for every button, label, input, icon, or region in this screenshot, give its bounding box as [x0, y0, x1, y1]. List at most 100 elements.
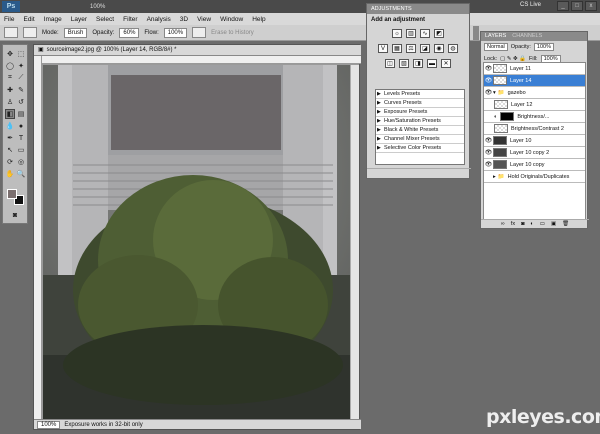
tab-layers[interactable]: LAYERS: [485, 32, 506, 41]
curves-icon[interactable]: ∿: [420, 29, 430, 38]
minimize-button[interactable]: _: [557, 1, 569, 11]
menu-analysis[interactable]: Analysis: [147, 16, 171, 23]
panel-collapse-strip[interactable]: [473, 26, 479, 40]
preset-item-exposure[interactable]: Exposure Presets: [376, 108, 464, 117]
new-adjustment-icon[interactable]: ◐: [530, 221, 533, 227]
zoom-level-dropdown[interactable]: 100%: [90, 4, 105, 10]
mode-select[interactable]: Brush: [63, 27, 88, 38]
foreground-color-swatch[interactable]: [7, 189, 17, 199]
black-white-icon[interactable]: ◪: [420, 44, 430, 53]
history-brush-icon[interactable]: ↺: [16, 97, 26, 107]
hue-saturation-icon[interactable]: ▦: [392, 44, 402, 53]
move-tool-icon[interactable]: ✥: [5, 49, 15, 59]
layer-row[interactable]: 👁 Layer 11: [484, 63, 585, 75]
type-tool-icon[interactable]: T: [16, 133, 26, 143]
layer-group-row[interactable]: ▸ 📁 Hold Originals/Duplicates: [484, 171, 585, 183]
3d-orbit-icon[interactable]: ◎: [16, 157, 26, 167]
tab-channels[interactable]: CHANNELS: [512, 32, 542, 41]
marquee-tool-icon[interactable]: ⬚: [16, 49, 26, 59]
preset-item-black-white[interactable]: Black & White Presets: [376, 126, 464, 135]
menu-window[interactable]: Window: [220, 16, 243, 23]
color-balance-icon[interactable]: ⚖: [406, 44, 416, 53]
invert-icon[interactable]: ◫: [385, 59, 395, 68]
levels-icon[interactable]: ▥: [406, 29, 416, 38]
adjustment-layer-row[interactable]: Brightness/Contrast 2: [484, 123, 585, 135]
new-layer-icon[interactable]: ▣: [551, 221, 556, 227]
hand-tool-icon[interactable]: ✋: [5, 169, 15, 179]
flow-field[interactable]: 100%: [163, 27, 188, 38]
eye-icon[interactable]: 👁: [484, 65, 493, 72]
shape-tool-icon[interactable]: ▭: [16, 145, 26, 155]
group-expand-icon[interactable]: ▾: [493, 90, 496, 96]
close-button[interactable]: x: [585, 1, 597, 11]
channel-mixer-icon[interactable]: ◍: [448, 44, 458, 53]
image-canvas[interactable]: [43, 65, 351, 419]
gradient-tool-icon[interactable]: ▤: [16, 109, 26, 119]
layer-row[interactable]: Layer 12: [484, 99, 585, 111]
exposure-icon[interactable]: ◩: [434, 29, 444, 38]
photo-filter-icon[interactable]: ◉: [434, 44, 444, 53]
eraser-tool-icon[interactable]: ◧: [5, 109, 15, 119]
maximize-button[interactable]: □: [571, 1, 583, 11]
quick-mask-icon[interactable]: ◙: [10, 210, 20, 220]
erase-to-history-checkbox[interactable]: Erase to History: [211, 30, 254, 36]
eye-icon[interactable]: 👁: [484, 77, 493, 84]
layer-group-row[interactable]: 👁 ▾ 📁 gazebo: [484, 87, 585, 99]
link-layers-icon[interactable]: ∞: [501, 221, 505, 227]
vibrance-icon[interactable]: V: [378, 44, 388, 53]
eyedropper-icon[interactable]: ⟋: [16, 73, 26, 83]
brightness-contrast-icon[interactable]: ☼: [392, 29, 402, 38]
adjustment-layer-row[interactable]: ◐ Brightness/...: [484, 111, 585, 123]
new-group-icon[interactable]: ▭: [540, 221, 545, 227]
menu-view[interactable]: View: [197, 16, 211, 23]
layer-style-icon[interactable]: fx: [511, 221, 515, 227]
document-tab[interactable]: ▣ sourceimage2.jpg @ 100% (Layer 14, RGB…: [34, 45, 361, 56]
brush-size-icon[interactable]: [23, 27, 37, 38]
layer-row-selected[interactable]: 👁 Layer 14: [484, 75, 585, 87]
vertical-scrollbar[interactable]: [350, 65, 359, 419]
preset-item-levels[interactable]: Levels Presets: [376, 90, 464, 99]
brush-tool-icon[interactable]: ✎: [16, 85, 26, 95]
airbrush-icon[interactable]: [192, 27, 207, 38]
menu-3d[interactable]: 3D: [180, 16, 188, 23]
opacity-field[interactable]: 60%: [119, 27, 140, 38]
preset-item-hue-saturation[interactable]: Hue/Saturation Presets: [376, 117, 464, 126]
clone-stamp-icon[interactable]: ♙: [5, 97, 15, 107]
preset-item-curves[interactable]: Curves Presets: [376, 99, 464, 108]
dodge-tool-icon[interactable]: ●: [16, 121, 26, 131]
layer-opacity-field[interactable]: 100%: [533, 43, 554, 51]
eye-icon[interactable]: 👁: [484, 89, 493, 96]
posterize-icon[interactable]: ▧: [399, 59, 409, 68]
delete-layer-icon[interactable]: 🗑: [562, 221, 569, 227]
gradient-map-icon[interactable]: ▬: [427, 59, 437, 68]
3d-rotate-icon[interactable]: ⟳: [5, 157, 15, 167]
group-expand-icon[interactable]: ▸: [493, 174, 496, 180]
eye-icon[interactable]: 👁: [484, 149, 493, 156]
blur-tool-icon[interactable]: 💧: [5, 121, 15, 131]
menu-filter[interactable]: Filter: [123, 16, 137, 23]
menu-select[interactable]: Select: [96, 16, 114, 23]
add-mask-icon[interactable]: ◙: [521, 221, 524, 227]
layer-row[interactable]: 👁 Layer 10 copy: [484, 159, 585, 171]
menu-image[interactable]: Image: [44, 16, 62, 23]
menu-help[interactable]: Help: [252, 16, 265, 23]
menu-edit[interactable]: Edit: [23, 16, 34, 23]
layer-row[interactable]: 👁 Layer 10 copy 2: [484, 147, 585, 159]
preset-item-selective-color[interactable]: Selective Color Presets: [376, 144, 464, 153]
lasso-tool-icon[interactable]: ◯: [5, 61, 15, 71]
healing-brush-icon[interactable]: ✚: [5, 85, 15, 95]
preset-item-channel-mixer[interactable]: Channel Mixer Presets: [376, 135, 464, 144]
zoom-tool-icon[interactable]: 🔍: [16, 169, 26, 179]
adjustments-tab[interactable]: ADJUSTMENTS: [367, 4, 469, 14]
magic-wand-icon[interactable]: ✦: [16, 61, 26, 71]
pen-tool-icon[interactable]: ✒: [5, 133, 15, 143]
cs-live-button[interactable]: CS Live: [520, 2, 541, 8]
path-selection-icon[interactable]: ↖: [5, 145, 15, 155]
selective-color-icon[interactable]: ✕: [441, 59, 451, 68]
blend-mode-select[interactable]: Normal: [484, 43, 508, 51]
menu-layer[interactable]: Layer: [71, 16, 87, 23]
crop-tool-icon[interactable]: ⌗: [5, 73, 15, 83]
threshold-icon[interactable]: ◨: [413, 59, 423, 68]
eye-icon[interactable]: 👁: [484, 161, 493, 168]
eye-icon[interactable]: 👁: [484, 137, 493, 144]
